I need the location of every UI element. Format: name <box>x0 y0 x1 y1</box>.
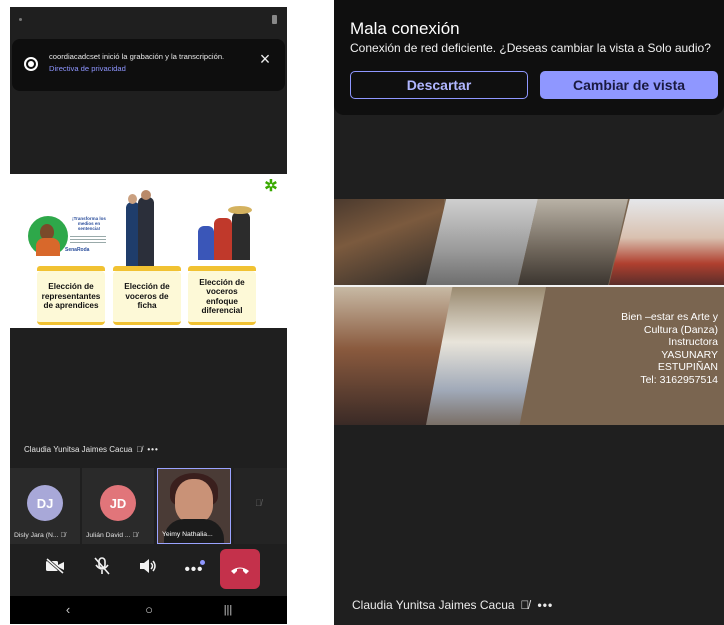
poor-connection-banner: Mala conexión Conexión de red deficiente… <box>334 0 724 115</box>
android-nav-bar: ‹ ○ ||| <box>10 596 287 624</box>
dance-photo <box>609 199 724 285</box>
avatar: DJ <box>27 485 63 521</box>
left-phone-screen: coordiacadcset inició la grabación y la … <box>10 7 287 624</box>
participant-tile[interactable]: JD Julián David ... 🎙̸ <box>82 468 154 544</box>
participant-overflow-tile[interactable]: 🎙̸ <box>234 468 287 544</box>
recent-apps-icon[interactable]: ||| <box>218 602 238 618</box>
home-nav-icon[interactable]: ○ <box>139 602 159 618</box>
dismiss-button[interactable]: Descartar <box>350 71 528 99</box>
right-phone-screen: Mala conexión Conexión de red deficiente… <box>334 0 724 625</box>
election-card: Elección de voceros de ficha <box>113 266 181 325</box>
presenter-name-bar: Claudia Yunitsa Jaimes Cacua 🎙̸ ••• <box>24 445 159 454</box>
participant-video-tile[interactable]: Yeimy Nathalia... <box>157 468 231 544</box>
call-controls: ••• <box>10 547 287 595</box>
mic-off-icon[interactable] <box>88 557 116 583</box>
dance-photo <box>334 199 444 285</box>
phone-hangup-icon <box>231 567 249 574</box>
presenter-name-bar: Claudia Yunitsa Jaimes Cacua 🎙̸ ••• <box>352 598 553 612</box>
participant-name: Julián David ... <box>86 532 131 539</box>
student-illustration <box>28 216 68 256</box>
participant-name: Yeimy Nathalia... <box>162 531 213 538</box>
more-options-button[interactable]: ••• <box>180 557 208 583</box>
election-card: Elección de voceros enfoque diferencial <box>188 266 256 325</box>
privacy-policy-link[interactable]: Directiva de privacidad <box>49 64 126 73</box>
camera-off-icon[interactable] <box>41 557 69 583</box>
more-options-button[interactable]: ••• <box>538 598 554 612</box>
battery-icon <box>272 15 277 24</box>
presenter-name: Claudia Yunitsa Jaimes Cacua <box>24 445 133 454</box>
slide-mini-brand: SenaRoda <box>65 247 90 253</box>
recording-message: coordiacadcset inició la grabación y la … <box>49 52 225 61</box>
mic-off-icon: 🎙̸ <box>520 598 530 612</box>
slide-text-line: ESTUPIÑAN <box>657 361 718 373</box>
diversity-illustration <box>198 204 252 260</box>
voceros-illustration <box>126 190 158 270</box>
close-icon[interactable]: × <box>257 50 273 68</box>
speaker-icon[interactable] <box>134 557 162 583</box>
slide-info-text: Bien –estar es Arte y Cultura (Danza) In… <box>578 311 718 386</box>
mic-off-icon: 🎙̸ <box>255 498 262 508</box>
recording-notification: coordiacadcset inició la grabación y la … <box>12 39 285 91</box>
election-card: Elección de representantes de aprendices <box>37 266 105 325</box>
banner-title: Mala conexión <box>350 19 460 38</box>
status-bar <box>10 7 287 31</box>
participant-strip: DJ Disly Jara (N... 🎙̸ JD Julián David .… <box>10 468 287 544</box>
banner-message: Conexión de red deficiente. ¿Deseas camb… <box>350 41 711 55</box>
slide-mini-text <box>70 236 106 244</box>
shared-slide: ✲ ¡Transforma los medios en sentencia! S… <box>10 174 287 328</box>
more-options-button[interactable]: ••• <box>147 445 158 454</box>
slide-text-line: Instructora <box>668 336 718 348</box>
mic-off-icon: 🎙̸ <box>132 532 138 539</box>
slide-text-line: Bien –estar es Arte y <box>621 311 718 323</box>
mic-off-icon: 🎙̸ <box>136 445 143 454</box>
slide-text-line: Cultura (Danza) <box>643 323 718 336</box>
slide-mini-title: ¡Transforma los medios en sentencia! <box>72 216 106 231</box>
mic-off-icon: 🎙̸ <box>60 532 66 539</box>
participant-name: Disly Jara (N... <box>14 532 59 539</box>
sena-logo-icon: ✲ <box>264 178 278 195</box>
hang-up-button[interactable] <box>220 549 260 589</box>
presenter-name: Claudia Yunitsa Jaimes Cacua <box>352 598 515 612</box>
recording-icon <box>24 57 38 71</box>
shared-slide: Bien –estar es Arte y Cultura (Danza) In… <box>334 199 724 425</box>
avatar: JD <box>100 485 136 521</box>
slide-text-line: Tel: 3162957514 <box>640 373 718 386</box>
notification-badge <box>200 560 205 565</box>
back-nav-icon[interactable]: ‹ <box>58 602 78 618</box>
slide-text-line: YASUNARY <box>661 348 718 361</box>
status-dot <box>19 18 22 21</box>
participant-tile[interactable]: DJ Disly Jara (N... 🎙̸ <box>10 468 80 544</box>
switch-view-button[interactable]: Cambiar de vista <box>540 71 718 99</box>
